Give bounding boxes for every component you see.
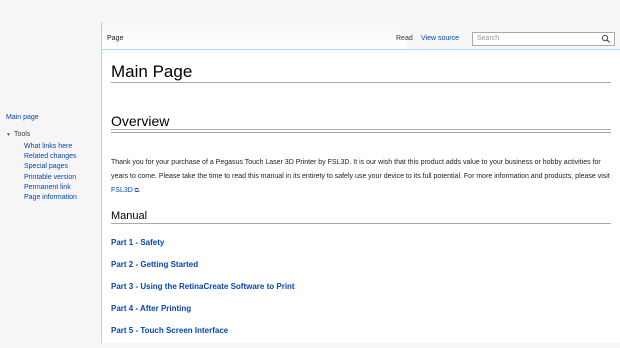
tools-heading-label: Tools — [13, 131, 31, 138]
triangle-down-icon: ▼ — [6, 132, 11, 138]
part-5-link[interactable]: Part 5 - Touch Screen Interface — [111, 326, 295, 348]
part-3-link[interactable]: Part 3 - Using the RetinaCreate Software… — [111, 282, 295, 304]
overview-divider-secondary — [111, 132, 611, 133]
search-icon[interactable] — [601, 34, 611, 44]
sidebar-item-main-page[interactable]: Main page — [6, 114, 39, 121]
intro-text: Thank you for your purchase of a Pegasus… — [111, 159, 610, 180]
tab-page[interactable]: Page — [101, 22, 407, 49]
sidebar-item-printable-version[interactable]: Printable version — [24, 173, 77, 183]
overview-heading: Overview — [111, 113, 170, 129]
tab-read[interactable]: Read — [396, 35, 413, 42]
sidebar-item-page-information[interactable]: Page information — [24, 193, 77, 203]
fsl3d-link[interactable]: FSL3D — [111, 187, 133, 194]
part-2-link[interactable]: Part 2 - Getting Started — [111, 260, 295, 282]
page-title: Main Page — [111, 62, 193, 81]
sidebar-item-related-changes[interactable]: Related changes — [24, 152, 77, 162]
tab-view-source[interactable]: View source — [421, 35, 459, 42]
sidebar-item-permanent-link[interactable]: Permanent link — [24, 183, 77, 193]
sidebar-item-what-links-here[interactable]: What links here — [24, 142, 77, 152]
sidebar-item-special-pages[interactable]: Special pages — [24, 162, 77, 172]
manual-heading: Manual — [111, 210, 148, 222]
search-placeholder: Search — [477, 35, 500, 42]
content-area: Main Page Overview Thank you for your pu… — [101, 49, 620, 343]
tools-list: What links here Related changes Special … — [24, 142, 77, 203]
intro-paragraph: Thank you for your purchase of a Pegasus… — [111, 159, 610, 194]
sidebar: Main page ▼ Tools What links here Related… — [0, 0, 100, 343]
search-input[interactable]: Search — [472, 32, 615, 46]
manual-parts-list: Part 1 - Safety Part 2 - Getting Started… — [111, 238, 295, 348]
title-divider — [111, 82, 611, 83]
external-link-icon: ⧉ — [132, 188, 139, 194]
part-1-link[interactable]: Part 1 - Safety — [111, 238, 295, 260]
manual-divider — [111, 223, 611, 224]
tab-page-label: Page — [107, 35, 124, 42]
part-4-link[interactable]: Part 4 - After Printing — [111, 304, 295, 326]
tools-heading[interactable]: ▼ Tools — [6, 131, 30, 138]
overview-divider — [111, 129, 611, 130]
